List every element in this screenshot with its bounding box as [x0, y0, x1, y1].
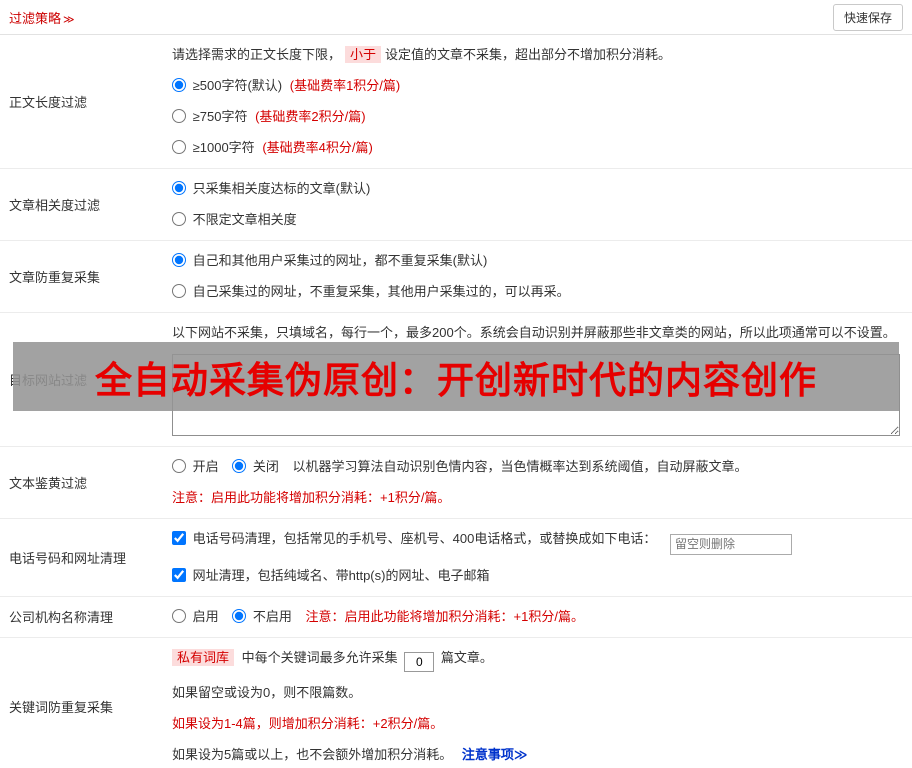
length-intro-post: 设定值的文章不采集，超出部分不增加积分消耗。: [385, 47, 672, 62]
chevron-down-icon: ≫: [63, 13, 75, 26]
length-intro-highlight: 小于: [345, 46, 382, 63]
relevance-radio-any[interactable]: [172, 212, 186, 226]
row-company-clean: 公司机构名称清理 启用 不启用 注意：启用此功能将增加积分消耗：+1积分/篇。: [0, 597, 912, 638]
porn-filter-note: 注意：启用此功能将增加积分消耗：+1积分/篇。: [172, 490, 451, 505]
dedup-radio-self[interactable]: [172, 284, 186, 298]
keyword-note-five-text: 如果设为5篇或以上，也不会额外增加积分消耗。: [172, 746, 453, 762]
relevance-option-strict-label: 只采集相关度达标的文章(默认): [192, 181, 371, 196]
company-option-on-label: 启用: [192, 608, 219, 624]
length-option-1000-label: ≥1000字符: [192, 140, 255, 155]
row-porn-filter: 文本鉴黄过滤 开启 关闭 以机器学习算法自动识别色情内容，当色情概率达到系统阈值…: [0, 447, 912, 519]
target-site-filter-label: 目标网站过滤: [9, 373, 88, 388]
row-relevance-filter: 文章相关度过滤 只采集相关度达标的文章(默认) 不限定文章相关度: [0, 169, 912, 241]
length-radio-1000[interactable]: [172, 140, 186, 154]
keyword-limit-line: 私有词库 中每个关键词最多允许采集 篇文章。: [172, 648, 900, 672]
length-filter-label: 正文长度过滤: [9, 95, 88, 110]
target-site-description: 以下网站不采集，只填域名，每行一个，最多200个。系统会自动识别并屏蔽那些非文章…: [172, 325, 896, 340]
phone-clean-line: 电话号码清理，包括常见的手机号、座机号、400电话格式，或替换成如下电话：: [172, 529, 900, 555]
length-filter-intro: 请选择需求的正文长度下限， 小于 设定值的文章不采集，超出部分不增加积分消耗。: [172, 45, 900, 65]
url-clean-option[interactable]: 网址清理，包括纯域名、带http(s)的网址、电子邮箱: [172, 567, 490, 583]
dedup-option-global[interactable]: 自己和其他用户采集过的网址，都不重复采集(默认): [172, 251, 900, 271]
porn-radio-off[interactable]: [232, 459, 247, 473]
row-dedup-filter: 文章防重复采集 自己和其他用户采集过的网址，都不重复采集(默认) 自己采集过的网…: [0, 241, 912, 313]
company-clean-options: 启用 不启用 注意：启用此功能将增加积分消耗：+1积分/篇。: [172, 607, 900, 627]
private-lexicon-highlight: 私有词库: [172, 648, 235, 666]
length-option-750[interactable]: ≥750字符 (基础费率2积分/篇): [172, 107, 900, 127]
phone-clean-text: 电话号码清理，包括常见的手机号、座机号、400电话格式，或替换成如下电话：: [192, 531, 657, 546]
length-option-750-note: (基础费率2积分/篇): [255, 109, 366, 124]
length-option-1000-note: (基础费率4积分/篇): [262, 140, 373, 155]
company-option-off-label: 不启用: [252, 608, 292, 624]
dedup-option-self[interactable]: 自己采集过的网址，不重复采集，其他用户采集过的，可以再采。: [172, 282, 900, 302]
relevance-option-any-label: 不限定文章相关度: [192, 212, 297, 227]
length-option-750-label: ≥750字符: [192, 109, 248, 124]
dedup-option-self-label: 自己采集过的网址，不重复采集，其他用户采集过的，可以再采。: [192, 284, 570, 299]
relevance-option-strict[interactable]: 只采集相关度达标的文章(默认): [172, 179, 900, 199]
row-length-filter: 正文长度过滤 请选择需求的正文长度下限， 小于 设定值的文章不采集，超出部分不增加积…: [0, 35, 912, 169]
replacement-phone-input[interactable]: [669, 533, 792, 555]
porn-filter-label: 文本鉴黄过滤: [9, 476, 88, 491]
porn-radio-on[interactable]: [172, 459, 186, 473]
length-intro-pre: 请选择需求的正文长度下限，: [172, 47, 342, 62]
keyword-note-cost: 如果设为1-4篇，则增加积分消耗：+2积分/篇。: [172, 715, 444, 731]
porn-option-off-label: 关闭: [252, 459, 279, 474]
company-clean-label: 公司机构名称清理: [9, 610, 114, 625]
quick-save-button[interactable]: 快速保存: [832, 3, 903, 31]
row-target-site-filter: 目标网站过滤 以下网站不采集，只填域名，每行一个，最多200个。系统会自动识别并…: [0, 313, 912, 447]
keyword-limit-mid: 中每个关键词最多允许采集: [241, 649, 398, 665]
top-bar: 过滤策略 ≫ 快速保存: [0, 0, 912, 35]
company-option-on[interactable]: 启用: [172, 608, 222, 624]
relevance-radio-strict[interactable]: [172, 181, 186, 195]
notice-link[interactable]: 注意事项≫: [462, 747, 528, 762]
row-phone-url-clean: 电话号码和网址清理 电话号码清理，包括常见的手机号、座机号、400电话格式，或替…: [0, 519, 912, 597]
dedup-filter-label: 文章防重复采集: [9, 270, 101, 285]
url-clean-checkbox[interactable]: [172, 567, 186, 582]
keyword-limit-post: 篇文章。: [440, 649, 493, 665]
porn-filter-description: 以机器学习算法自动识别色情内容，当色情概率达到系统阈值，自动屏蔽文章。: [292, 459, 748, 474]
keyword-dedup-label: 关键词防重复采集: [9, 699, 114, 715]
blocked-sites-textarea[interactable]: [172, 354, 900, 436]
porn-option-on-label: 开启: [192, 459, 219, 474]
keyword-count-input[interactable]: [404, 651, 435, 672]
length-option-1000[interactable]: ≥1000字符 (基础费率4积分/篇): [172, 138, 900, 158]
length-option-500-label: ≥500字符(默认): [192, 78, 283, 93]
company-option-off[interactable]: 不启用: [232, 608, 295, 624]
porn-option-on[interactable]: 开启: [172, 459, 222, 474]
phone-clean-checkbox[interactable]: [172, 531, 186, 545]
keyword-note-five: 如果设为5篇或以上，也不会额外增加积分消耗。 注意事项≫: [172, 745, 900, 765]
company-radio-off[interactable]: [232, 608, 247, 623]
length-option-500-note: (基础费率1积分/篇): [289, 78, 401, 93]
length-radio-750[interactable]: [172, 109, 186, 123]
url-clean-text: 网址清理，包括纯域名、带http(s)的网址、电子邮箱: [192, 567, 490, 583]
row-keyword-dedup: 关键词防重复采集 私有词库 中每个关键词最多允许采集 篇文章。 如果留空或设为0…: [0, 638, 912, 768]
company-clean-note: 注意：启用此功能将增加积分消耗：+1积分/篇。: [305, 608, 584, 624]
page-title-text: 过滤策略: [9, 10, 62, 26]
relevance-option-any[interactable]: 不限定文章相关度: [172, 210, 900, 230]
length-radio-500[interactable]: [172, 78, 186, 92]
keyword-note-zero: 如果留空或设为0，则不限篇数。: [172, 684, 362, 700]
relevance-filter-label: 文章相关度过滤: [9, 198, 101, 213]
company-radio-on[interactable]: [172, 608, 186, 623]
filter-strategy-page: 过滤策略 ≫ 快速保存 正文长度过滤 请选择需求的正文长度下限， 小于 设定值的文章不…: [0, 0, 912, 768]
phone-url-clean-label: 电话号码和网址清理: [9, 550, 127, 566]
porn-filter-options: 开启 关闭 以机器学习算法自动识别色情内容，当色情概率达到系统阈值，自动屏蔽文章…: [172, 457, 900, 477]
length-option-500[interactable]: ≥500字符(默认) (基础费率1积分/篇): [172, 76, 900, 96]
phone-clean-option[interactable]: 电话号码清理，包括常见的手机号、座机号、400电话格式，或替换成如下电话：: [172, 531, 660, 546]
url-clean-line: 网址清理，包括纯域名、带http(s)的网址、电子邮箱: [172, 566, 900, 586]
dedup-option-global-label: 自己和其他用户采集过的网址，都不重复采集(默认): [192, 253, 488, 268]
dedup-radio-global[interactable]: [172, 253, 186, 267]
page-title[interactable]: 过滤策略 ≫: [9, 8, 75, 27]
porn-option-off[interactable]: 关闭: [232, 459, 282, 474]
